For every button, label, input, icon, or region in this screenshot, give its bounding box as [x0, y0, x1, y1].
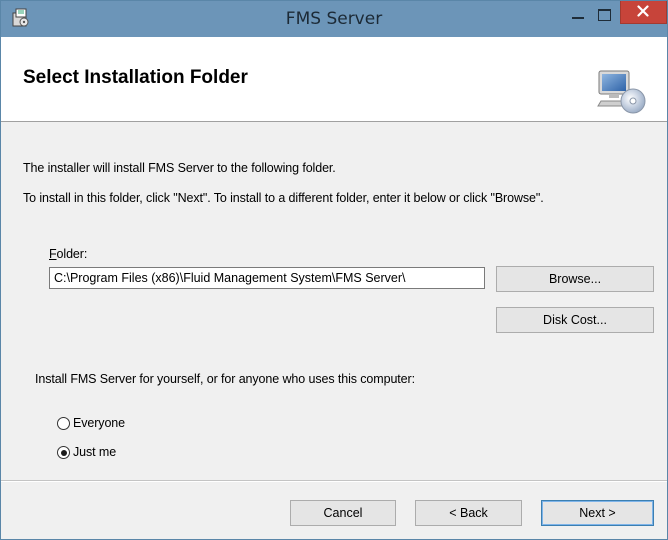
just-me-radio-label: Just me: [73, 445, 117, 459]
next-button[interactable]: Next >: [541, 500, 654, 526]
folder-label-accelerator: F: [49, 247, 57, 261]
intro-text-1: The installer will install FMS Server to…: [23, 161, 336, 175]
page-title: Select Installation Folder: [23, 67, 248, 88]
back-button[interactable]: < Back: [415, 500, 522, 526]
just-me-radio[interactable]: [57, 446, 70, 459]
installer-window: FMS Server Select Installation Folder Th…: [0, 0, 668, 540]
minimize-button[interactable]: [564, 3, 592, 27]
folder-label: Folder:: [49, 247, 87, 261]
install-scope-prompt: Install FMS Server for yourself, or for …: [35, 372, 415, 386]
footer-separator-highlight: [1, 481, 667, 482]
everyone-radio-label: Everyone: [73, 416, 126, 430]
folder-path-input[interactable]: C:\Program Files (x86)\Fluid Management …: [49, 267, 485, 289]
close-icon: [637, 5, 649, 17]
everyone-radio[interactable]: [57, 417, 70, 430]
browse-button[interactable]: Browse...: [496, 266, 654, 292]
maximize-button[interactable]: [591, 3, 619, 27]
disk-cost-button[interactable]: Disk Cost...: [496, 307, 654, 333]
computer-disc-icon: [595, 65, 647, 122]
dialog-header: Select Installation Folder: [1, 37, 667, 122]
title-bar[interactable]: FMS Server: [1, 1, 667, 37]
close-button[interactable]: [620, 1, 667, 24]
cancel-button[interactable]: Cancel: [290, 500, 396, 526]
folder-label-text: older:: [56, 247, 88, 261]
intro-text-2: To install in this folder, click "Next".…: [23, 191, 544, 205]
